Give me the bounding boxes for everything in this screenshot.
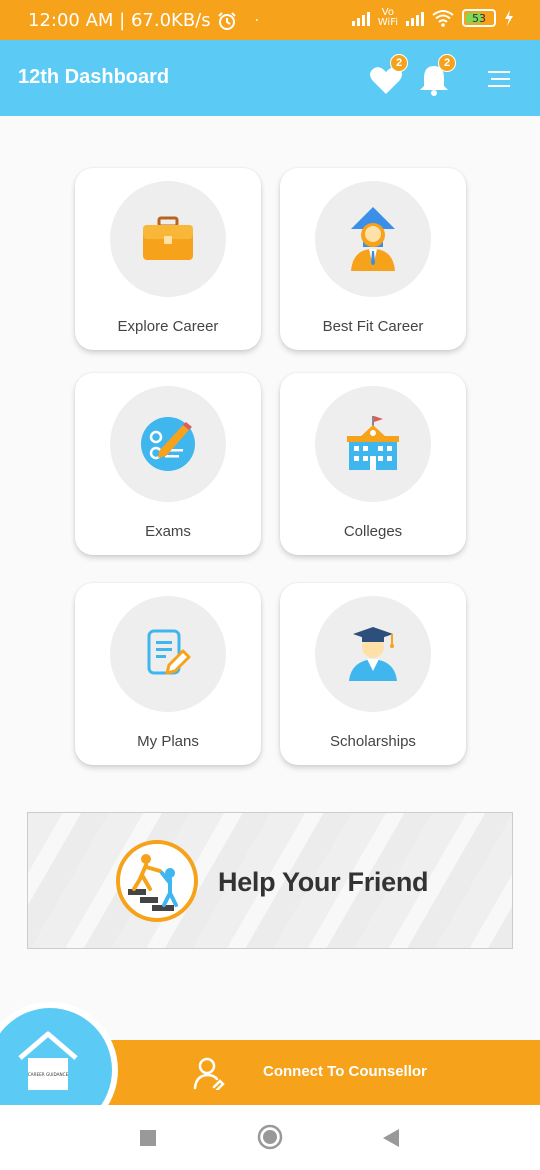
signal-icon-2 xyxy=(406,10,424,26)
signal-icon xyxy=(351,10,370,26)
vowifi-label: Vo WiFi xyxy=(378,8,398,28)
status-right: Vo WiFi 53 xyxy=(351,8,514,28)
status-left: 12:00 AM | 67.0KB/s · xyxy=(28,10,259,31)
tile-icon-circle xyxy=(110,596,226,712)
tile-scholarships[interactable]: Scholarships xyxy=(280,583,466,765)
tile-icon-circle xyxy=(315,181,431,297)
tile-explore-career[interactable]: Explore Career xyxy=(75,168,261,350)
home-icon: CAREER GUIDANCE xyxy=(18,1031,78,1090)
banner-text: Help Your Friend xyxy=(218,867,429,897)
notifications-badge: 2 xyxy=(438,54,456,72)
dot-icon: · xyxy=(254,12,260,29)
plan-document-icon xyxy=(147,629,191,675)
tile-label: Colleges xyxy=(343,523,403,540)
recent-apps-button[interactable] xyxy=(139,1129,157,1147)
battery-icon: 53 xyxy=(462,9,496,27)
help-your-friend-banner[interactable]: Help Your Friend xyxy=(27,812,513,949)
favorites-badge: 2 xyxy=(390,54,408,72)
wifi-icon xyxy=(432,10,454,27)
charging-icon xyxy=(505,10,513,26)
favorites-button[interactable]: 2 xyxy=(366,54,408,98)
app-bar: 12th Dashboard 2 2 xyxy=(0,40,540,116)
tile-label: Explore Career xyxy=(117,318,219,335)
home-nav-button[interactable] xyxy=(257,1124,283,1150)
counsellor-person-icon xyxy=(193,1057,225,1090)
tile-label: My Plans xyxy=(137,733,199,750)
alarm-icon xyxy=(217,11,236,30)
graduate-icon xyxy=(349,627,397,681)
tile-icon-circle xyxy=(315,596,431,712)
tile-exams[interactable]: Exams xyxy=(75,373,261,555)
page-title: 12th Dashboard xyxy=(18,66,170,88)
tile-my-plans[interactable]: My Plans xyxy=(75,583,261,765)
system-nav-bar xyxy=(0,1105,540,1170)
tile-label: Scholarships xyxy=(330,733,416,750)
help-friend-logo xyxy=(116,840,198,922)
exam-icon xyxy=(141,417,195,471)
tile-icon-circle xyxy=(315,386,431,502)
connect-label: Connect To Counsellor xyxy=(263,1063,427,1080)
tile-icon-circle xyxy=(110,181,226,297)
time-and-speed: 12:00 AM | 67.0KB/s xyxy=(28,10,211,31)
briefcase-icon xyxy=(143,216,193,260)
connect-counsellor-button[interactable]: Connect To Counsellor xyxy=(108,1040,540,1106)
college-building-icon xyxy=(347,416,399,470)
home-caption: CAREER GUIDANCE xyxy=(28,1072,69,1077)
menu-icon xyxy=(488,71,510,87)
notifications-button[interactable]: 2 xyxy=(414,54,456,98)
status-bar: 12:00 AM | 67.0KB/s · Vo WiFi 53 xyxy=(0,0,540,40)
battery-level: 53 xyxy=(472,11,486,25)
tile-colleges[interactable]: Colleges xyxy=(280,373,466,555)
vowifi-bottom: WiFi xyxy=(377,17,398,28)
career-growth-icon xyxy=(351,207,395,271)
tile-best-fit-career[interactable]: Best Fit Career xyxy=(280,168,466,350)
back-nav-button[interactable] xyxy=(381,1127,401,1149)
menu-button[interactable] xyxy=(482,58,522,98)
tile-label: Best Fit Career xyxy=(322,318,424,335)
tile-label: Exams xyxy=(145,523,191,540)
tile-icon-circle xyxy=(110,386,226,502)
